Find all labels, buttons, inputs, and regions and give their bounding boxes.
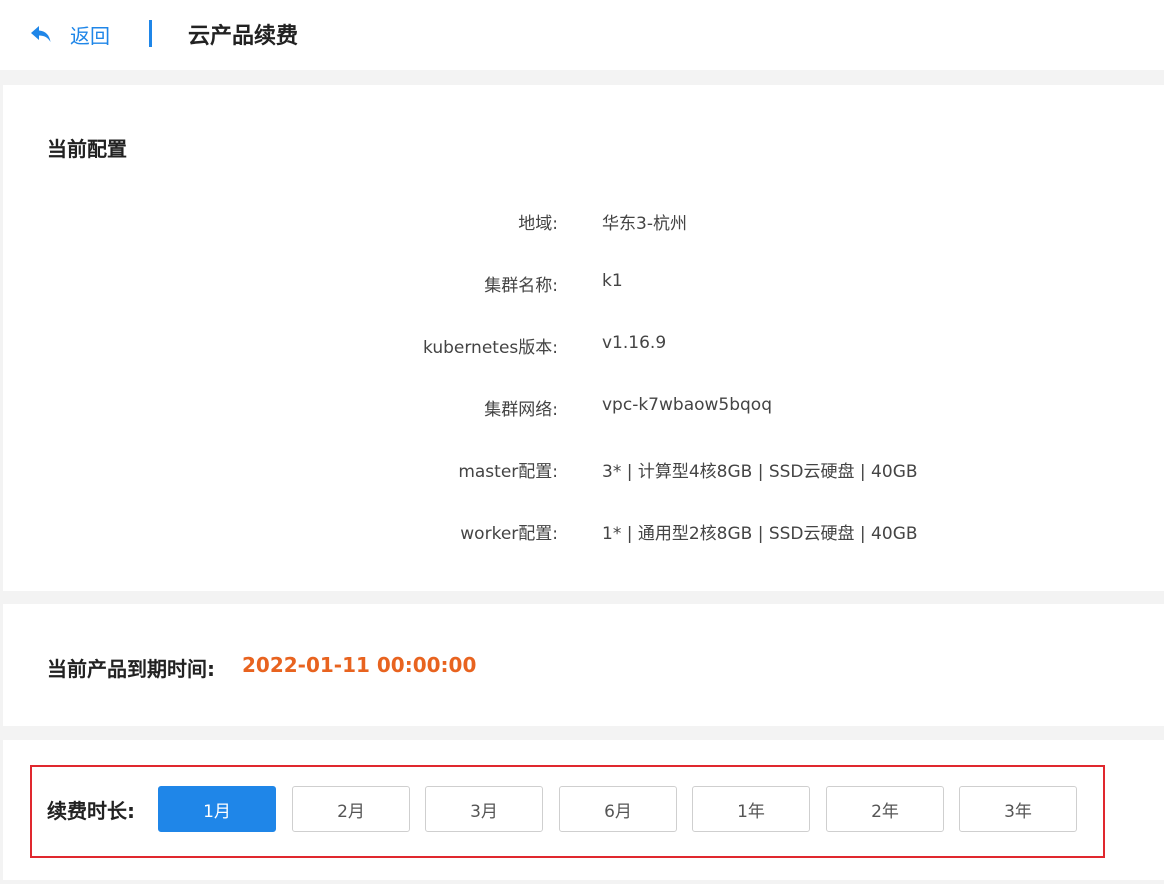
config-label: master配置: xyxy=(458,462,558,482)
header-divider xyxy=(149,20,152,47)
back-label: 返回 xyxy=(70,23,110,48)
duration-option-2-month[interactable]: 2月 xyxy=(292,786,410,832)
reply-arrow-icon xyxy=(31,26,51,42)
duration-option-2-year[interactable]: 2年 xyxy=(826,786,944,832)
config-value: 1* | 通用型2核8GB | SSD云硬盘 | 40GB xyxy=(602,524,918,544)
config-row-k8s-version: kubernetes版本: v1.16.9 xyxy=(3,333,1164,358)
config-label: 集群网络: xyxy=(484,400,558,420)
config-value: 华东3-杭州 xyxy=(602,214,687,234)
config-value: vpc-k7wbaow5bqoq xyxy=(602,395,772,415)
config-row-cluster-name: 集群名称: k1 xyxy=(3,271,1164,296)
config-row-worker: worker配置: 1* | 通用型2核8GB | SSD云硬盘 | 40GB xyxy=(3,519,1164,544)
page-header: 返回 云产品续费 xyxy=(0,0,1164,70)
duration-option-6-month[interactable]: 6月 xyxy=(559,786,677,832)
config-row-master: master配置: 3* | 计算型4核8GB | SSD云硬盘 | 40GB xyxy=(3,457,1164,482)
duration-option-3-month[interactable]: 3月 xyxy=(425,786,543,832)
page-title: 云产品续费 xyxy=(188,24,299,49)
expiry-label: 当前产品到期时间: xyxy=(47,657,215,681)
expiry-panel: 当前产品到期时间: 2022-01-11 00:00:00 xyxy=(3,604,1164,726)
duration-option-3-year[interactable]: 3年 xyxy=(959,786,1077,832)
config-label: 地域: xyxy=(518,214,558,234)
config-label: worker配置: xyxy=(460,524,558,544)
renew-duration-label: 续费时长: xyxy=(47,799,135,823)
config-title: 当前配置 xyxy=(47,137,127,161)
config-row-network: 集群网络: vpc-k7wbaow5bqoq xyxy=(3,395,1164,420)
config-label: 集群名称: xyxy=(484,276,558,296)
expiry-date: 2022-01-11 00:00:00 xyxy=(242,653,477,677)
config-row-region: 地域: 华东3-杭州 xyxy=(3,209,1164,234)
back-button[interactable]: 返回 xyxy=(30,19,110,49)
duration-option-1-month[interactable]: 1月 xyxy=(158,786,276,832)
config-value: 3* | 计算型4核8GB | SSD云硬盘 | 40GB xyxy=(602,462,918,482)
config-label: kubernetes版本: xyxy=(423,338,558,358)
config-value: k1 xyxy=(602,271,623,291)
renew-panel: 续费时长: 1月 2月 3月 6月 1年 2年 3年 xyxy=(3,740,1164,880)
config-panel: 当前配置 地域: 华东3-杭州 集群名称: k1 kubernetes版本: v… xyxy=(3,85,1164,591)
duration-option-1-year[interactable]: 1年 xyxy=(692,786,810,832)
config-value: v1.16.9 xyxy=(602,333,667,353)
